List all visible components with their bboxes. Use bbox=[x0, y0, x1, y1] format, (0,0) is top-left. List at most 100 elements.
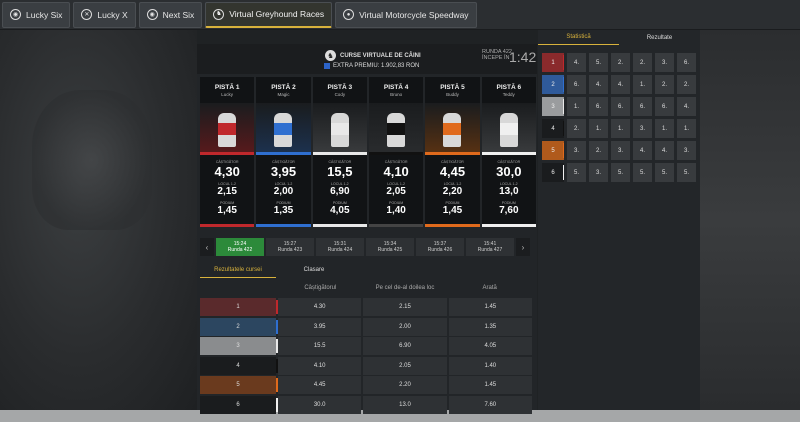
race-slot[interactable]: 15:24 Runda 422 bbox=[216, 238, 264, 256]
stats-cell: 1. bbox=[677, 119, 696, 138]
tab-label: Virtual Motorcycle Speedway bbox=[359, 9, 469, 20]
track-name: PISTĂ 1 bbox=[214, 84, 240, 91]
stats-cell: 5. bbox=[567, 163, 586, 182]
track-color-bar bbox=[200, 224, 255, 227]
stats-track-number: 5 bbox=[542, 141, 564, 160]
stats-cell: 2. bbox=[589, 141, 608, 160]
place-odd[interactable]: 2,20 bbox=[443, 187, 462, 197]
win-odd[interactable]: 15,5 bbox=[327, 165, 352, 178]
stats-cell: 1. bbox=[633, 75, 652, 94]
track-card: PISTĂ 2 Magic CÂȘTIGĂTOR 3,95 LOCUL 1-2 … bbox=[256, 77, 311, 227]
stats-track-number: 3 bbox=[542, 97, 564, 116]
podium-odd[interactable]: 1,35 bbox=[274, 206, 293, 216]
win-odd[interactable]: 4,30 bbox=[215, 165, 240, 178]
dog-name: Lucky bbox=[221, 92, 234, 97]
cell-win: 4.30 bbox=[278, 298, 362, 316]
stats-cell: 5. bbox=[633, 163, 652, 182]
stats-track-number: 2 bbox=[542, 75, 564, 94]
race-slot[interactable]: 15:31 Runda 424 bbox=[316, 238, 364, 256]
win-odd[interactable]: 4,45 bbox=[440, 165, 465, 178]
stats-cell: 6. bbox=[589, 97, 608, 116]
race-round: Runda 423 bbox=[277, 247, 303, 253]
race-round: Runda 426 bbox=[427, 247, 453, 253]
tab-lucky-x[interactable]: ✕ Lucky X bbox=[73, 1, 136, 28]
track-color-bar bbox=[256, 224, 311, 227]
tab-standings[interactable]: Clasare bbox=[276, 262, 352, 278]
stats-row: 4 2. 1. 1. 3. 1. 1. bbox=[542, 119, 696, 138]
row-color-mark bbox=[276, 397, 278, 412]
cell-win: 4.45 bbox=[278, 376, 362, 394]
tab-virtual-motorcycle-speedway[interactable]: ● Virtual Motorcycle Speedway bbox=[335, 1, 477, 28]
cell-show: 1.45 bbox=[448, 376, 532, 394]
race-slot[interactable]: 15:27 Runda 423 bbox=[266, 238, 314, 256]
podium-odd[interactable]: 7,60 bbox=[499, 206, 518, 216]
stats-track-number: 1 bbox=[542, 53, 564, 72]
place-odd[interactable]: 2,05 bbox=[386, 187, 405, 197]
stats-cell: 3. bbox=[611, 141, 630, 160]
podium-odd[interactable]: 1,45 bbox=[217, 206, 236, 216]
odds-stack: CÂȘTIGĂTOR 4,30 LOCUL 1-2 2,15 PODIUM 1,… bbox=[200, 160, 254, 216]
place-odd[interactable]: 2,00 bbox=[274, 187, 293, 197]
chevron-left-icon[interactable]: ‹ bbox=[200, 238, 214, 256]
row-color-mark bbox=[276, 378, 278, 392]
results-col-num bbox=[200, 285, 278, 297]
row-color-mark bbox=[276, 358, 278, 373]
podium-odd[interactable]: 1,40 bbox=[386, 206, 405, 216]
extra-prize: EXTRA PREMIU: 1.902,83 RON bbox=[324, 63, 419, 69]
race-slot[interactable]: 15:37 Runda 426 bbox=[416, 238, 464, 256]
tab-next-six[interactable]: ◉ Next Six bbox=[138, 1, 203, 28]
tab-race-results[interactable]: Rezultatele cursei bbox=[200, 262, 276, 278]
cell-second: 2.00 bbox=[363, 317, 447, 336]
tab-label: Next Six bbox=[162, 9, 195, 20]
circle-icon: ◉ bbox=[10, 9, 21, 20]
odds-stack: CÂȘTIGĂTOR 15,5 LOCUL 1-2 6,90 PODIUM 4,… bbox=[313, 160, 367, 216]
win-odd[interactable]: 3,95 bbox=[271, 165, 296, 178]
stats-cell: 2. bbox=[655, 75, 674, 94]
tab-results[interactable]: Rezultate bbox=[619, 30, 700, 45]
race-slot[interactable]: 15:34 Runda 425 bbox=[366, 238, 414, 256]
game-tabs-bar: ◉ Lucky Six ✕ Lucky X ◉ Next Six ♞ Virtu… bbox=[0, 0, 800, 30]
race-slot[interactable]: 15:41 Runda 427 bbox=[466, 238, 514, 256]
background-right bbox=[700, 30, 800, 410]
cell-second: 2.15 bbox=[363, 298, 447, 316]
results-tabs: Rezultatele cursei Clasare bbox=[200, 262, 534, 278]
win-odd[interactable]: 4,10 bbox=[383, 165, 408, 178]
stats-track-number: 4 bbox=[542, 119, 564, 138]
stats-row: 5 3. 2. 3. 4. 4. 3. bbox=[542, 141, 696, 160]
results-table: 1 4.30 2.15 1.45 2 3.95 2.00 1.35 3 15.5… bbox=[200, 298, 532, 415]
track-stripe bbox=[312, 152, 367, 155]
row-number: 6 bbox=[200, 395, 278, 414]
table-row: 2 3.95 2.00 1.35 bbox=[200, 317, 532, 336]
track-color-bar bbox=[481, 224, 536, 227]
place-odd[interactable]: 6,90 bbox=[330, 187, 349, 197]
race-title: ♞ CURSE VIRTUALE DE CÂINI bbox=[325, 50, 421, 61]
dog-image bbox=[481, 103, 536, 155]
track-vest bbox=[443, 123, 462, 135]
stats-color-mark bbox=[562, 165, 564, 180]
row-number-text: 1 bbox=[236, 304, 240, 310]
podium-odd[interactable]: 4,05 bbox=[330, 206, 349, 216]
row-color-mark bbox=[276, 319, 278, 334]
race-round: Runda 422 bbox=[227, 247, 253, 253]
place-odd[interactable]: 13,0 bbox=[499, 187, 518, 197]
podium-odd[interactable]: 1,45 bbox=[443, 206, 462, 216]
cell-show: 1.40 bbox=[448, 356, 532, 375]
results-col-second: Pe cel de-al doilea loc bbox=[375, 285, 435, 291]
track-name: PISTĂ 4 bbox=[383, 84, 409, 91]
stats-track-number-text: 1 bbox=[551, 59, 555, 66]
track-name: PISTĂ 2 bbox=[271, 84, 296, 91]
stats-color-mark bbox=[562, 143, 564, 158]
tab-statistics[interactable]: Statistică bbox=[538, 30, 619, 45]
tab-virtual-greyhound-races[interactable]: ♞ Virtual Greyhound Races bbox=[205, 1, 333, 28]
stats-cell: 3. bbox=[567, 141, 586, 160]
win-odd[interactable]: 30,0 bbox=[496, 165, 521, 178]
stats-cell: 3. bbox=[677, 141, 696, 160]
stats-row: 6 5. 3. 5. 5. 5. 5. bbox=[542, 163, 696, 182]
round-info: RUNDA 422 ÎNCEPE ÎN bbox=[482, 49, 512, 61]
place-odd[interactable]: 2,15 bbox=[217, 187, 236, 197]
greyhound-icon: ♞ bbox=[213, 8, 225, 20]
tab-lucky-six[interactable]: ◉ Lucky Six bbox=[2, 1, 71, 28]
stats-cell: 4. bbox=[655, 141, 674, 160]
stats-color-mark bbox=[562, 121, 564, 136]
chevron-right-icon[interactable]: › bbox=[516, 238, 530, 256]
